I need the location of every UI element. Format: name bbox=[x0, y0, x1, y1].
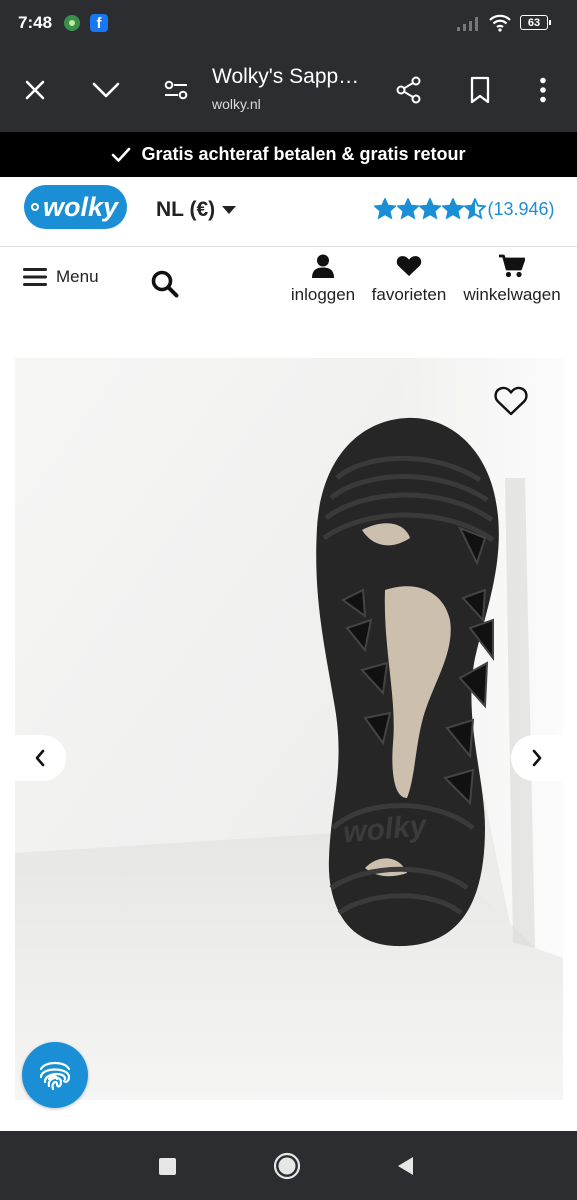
review-rating[interactable]: (13.946) bbox=[374, 198, 555, 220]
rating-stars bbox=[374, 198, 487, 220]
chevron-left-icon bbox=[35, 749, 45, 767]
close-tab-button[interactable] bbox=[15, 70, 55, 110]
language-selector[interactable]: NL (€) bbox=[156, 198, 237, 222]
hamburger-icon bbox=[23, 268, 47, 286]
previous-image-button[interactable] bbox=[14, 735, 66, 781]
more-options-button[interactable] bbox=[523, 70, 563, 110]
logo-text: wolky bbox=[42, 192, 119, 222]
cell-signal-icon bbox=[457, 17, 478, 31]
accessibility-button[interactable] bbox=[22, 1042, 88, 1108]
collapse-button[interactable] bbox=[86, 70, 126, 110]
facebook-notification-icon: f bbox=[90, 14, 108, 32]
bookmark-button[interactable] bbox=[460, 70, 500, 110]
favorites-link[interactable]: favorieten bbox=[370, 253, 448, 305]
share-icon bbox=[396, 76, 421, 104]
wifi-icon bbox=[489, 14, 511, 32]
home-button[interactable] bbox=[272, 1151, 302, 1181]
tune-icon bbox=[164, 80, 188, 100]
check-icon bbox=[111, 147, 131, 163]
status-bar: 7:48 f 63 bbox=[0, 0, 577, 48]
caret-down-icon bbox=[222, 206, 237, 214]
cart-link[interactable]: winkelwagen bbox=[462, 253, 562, 305]
next-image-button[interactable] bbox=[511, 735, 563, 781]
heart-outline-icon bbox=[494, 386, 528, 416]
main-nav: Menu inloggen favorieten winkelwagen bbox=[0, 247, 577, 327]
site-settings-button[interactable] bbox=[156, 70, 196, 110]
promo-text: Gratis achteraf betalen & gratis retour bbox=[141, 144, 466, 164]
star-icon bbox=[464, 198, 486, 220]
login-link[interactable]: inloggen bbox=[289, 253, 357, 305]
recent-apps-button[interactable] bbox=[152, 1151, 182, 1181]
browser-toolbar: Wolky's Sapp… wolky.nl bbox=[0, 48, 577, 132]
star-icon bbox=[441, 198, 464, 220]
promo-banner: Gratis achteraf betalen & gratis retour bbox=[0, 132, 577, 177]
app-notification-icon bbox=[64, 15, 80, 31]
share-button[interactable] bbox=[389, 70, 429, 110]
review-count: (13.946) bbox=[487, 198, 555, 219]
fingerprint-icon bbox=[39, 1061, 71, 1091]
close-icon bbox=[25, 80, 45, 100]
more-vert-icon bbox=[540, 77, 546, 103]
product-image[interactable]: wolky bbox=[15, 358, 563, 1100]
android-nav-bar bbox=[0, 1131, 577, 1200]
user-icon bbox=[312, 254, 334, 278]
chevron-right-icon bbox=[532, 749, 542, 767]
page-url: wolky.nl bbox=[212, 96, 261, 112]
star-icon bbox=[419, 198, 441, 220]
square-icon bbox=[158, 1157, 176, 1175]
heart-icon bbox=[396, 256, 422, 276]
page-title: Wolky's Sapp… bbox=[212, 65, 360, 88]
add-to-favorites-button[interactable] bbox=[494, 385, 528, 419]
login-label: inloggen bbox=[290, 285, 356, 304]
star-icon bbox=[396, 198, 419, 220]
shoe-sole-photo: wolky bbox=[15, 358, 563, 1100]
site-header: wolky NL (€) (13.946) bbox=[0, 178, 577, 247]
search-icon bbox=[151, 270, 179, 298]
cart-icon bbox=[499, 254, 525, 278]
search-button[interactable] bbox=[150, 269, 180, 304]
back-triangle-icon bbox=[398, 1157, 413, 1175]
status-time: 7:48 bbox=[18, 13, 53, 32]
language-label: NL (€) bbox=[156, 198, 216, 221]
star-icon bbox=[374, 198, 396, 220]
logo-dot-icon bbox=[31, 203, 39, 211]
menu-button[interactable]: Menu bbox=[23, 267, 99, 287]
chevron-down-icon bbox=[92, 82, 120, 98]
home-circle-icon bbox=[273, 1152, 301, 1180]
cart-label: winkelwagen bbox=[463, 285, 561, 304]
menu-label: Menu bbox=[56, 267, 99, 286]
favorites-label: favorieten bbox=[371, 285, 447, 304]
wolky-logo[interactable]: wolky bbox=[24, 185, 127, 229]
back-button[interactable] bbox=[390, 1151, 420, 1181]
battery-icon: 63 bbox=[520, 15, 551, 30]
bookmark-icon bbox=[470, 76, 490, 104]
